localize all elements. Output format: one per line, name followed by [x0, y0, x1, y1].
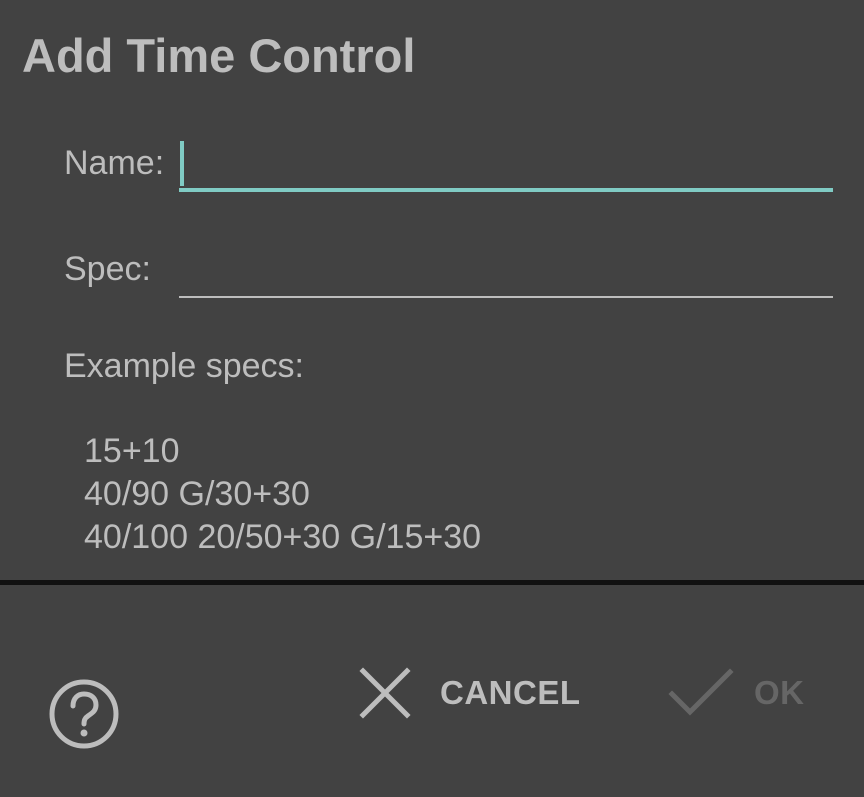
add-time-control-dialog: Add Time Control Name: Spec: Example spe… [0, 0, 864, 797]
text-cursor [180, 141, 184, 186]
cancel-button[interactable]: CANCEL [358, 662, 581, 724]
example-spec-line: 40/90 G/30+30 [84, 475, 310, 513]
cancel-label: CANCEL [440, 674, 581, 711]
spec-label: Spec: [64, 250, 151, 288]
button-bar-divider [0, 580, 864, 585]
example-spec-line: 40/100 20/50+30 G/15+30 [84, 518, 482, 556]
close-icon [359, 667, 411, 719]
help-circle-icon [49, 679, 119, 749]
spec-input[interactable] [179, 250, 833, 298]
dialog-title: Add Time Control [22, 29, 416, 82]
check-icon [668, 668, 734, 716]
name-input[interactable] [179, 144, 833, 192]
name-label: Name: [64, 144, 165, 182]
example-specs-label: Example specs: [64, 347, 304, 385]
ok-label: OK [754, 674, 805, 711]
help-button[interactable] [48, 678, 120, 750]
example-spec-line: 15+10 [84, 432, 180, 470]
ok-button[interactable]: OK [668, 662, 805, 724]
